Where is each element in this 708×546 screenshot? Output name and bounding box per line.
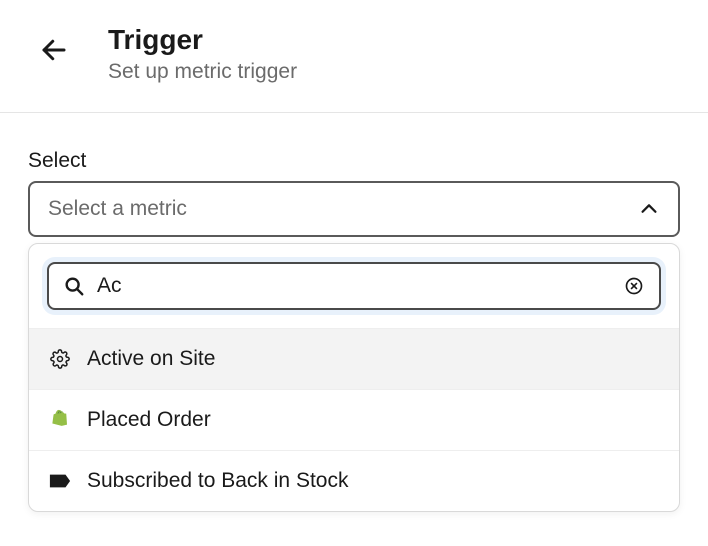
clear-icon — [624, 276, 644, 296]
metric-select[interactable]: Select a metric — [28, 181, 680, 237]
search-input[interactable] — [97, 274, 611, 298]
chevron-up-icon — [638, 198, 660, 220]
option-label: Placed Order — [87, 408, 211, 432]
search-field[interactable] — [47, 262, 661, 310]
tag-icon — [49, 470, 71, 492]
option-subscribed-back-in-stock[interactable]: Subscribed to Back in Stock — [29, 450, 679, 511]
metric-dropdown: Active on Site Placed Order Subscribed t… — [28, 243, 680, 512]
clear-search-button[interactable] — [623, 275, 645, 297]
page-title: Trigger — [108, 24, 297, 56]
option-label: Subscribed to Back in Stock — [87, 469, 348, 493]
page-subtitle: Set up metric trigger — [108, 60, 297, 84]
select-label: Select — [28, 149, 680, 173]
page-header: Trigger Set up metric trigger — [0, 0, 708, 112]
option-placed-order[interactable]: Placed Order — [29, 389, 679, 450]
shopify-icon — [49, 409, 71, 431]
gear-icon — [49, 348, 71, 370]
option-label: Active on Site — [87, 347, 215, 371]
arrow-left-icon — [39, 35, 69, 65]
search-icon — [63, 275, 85, 297]
back-button[interactable] — [36, 32, 72, 68]
select-placeholder: Select a metric — [48, 197, 187, 221]
option-active-on-site[interactable]: Active on Site — [29, 328, 679, 389]
